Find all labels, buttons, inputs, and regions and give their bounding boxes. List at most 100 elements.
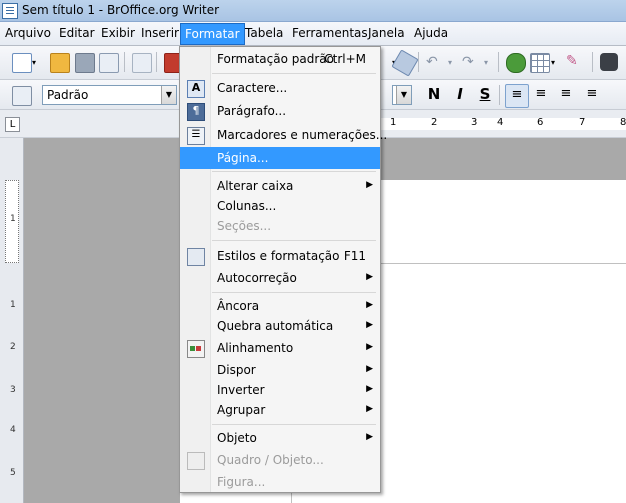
toolbar-separator — [418, 52, 419, 72]
menu-separator — [212, 171, 376, 172]
menu-item-object[interactable]: Objeto ▶ — [180, 427, 380, 449]
menu-separator — [212, 240, 376, 241]
menu-item-anchor[interactable]: Âncora ▶ — [180, 295, 380, 317]
menu-tabela[interactable]: Tabela — [245, 26, 283, 40]
submenu-arrow-icon: ▶ — [366, 272, 373, 282]
menu-editar[interactable]: Editar — [59, 26, 95, 40]
menu-item-paragraph[interactable]: ¶ Parágrafo... — [180, 100, 380, 122]
vruler-number: 1 — [10, 214, 16, 224]
open-folder-icon[interactable] — [50, 53, 70, 73]
paragraph-style-value: Padrão — [47, 88, 89, 102]
menu-janela[interactable]: Janela — [368, 26, 405, 40]
new-document-icon[interactable] — [12, 53, 32, 73]
menu-item-alignment[interactable]: Alinhamento ▶ — [180, 337, 380, 359]
character-icon: A — [187, 80, 205, 98]
ruler-number: 4 — [497, 117, 504, 128]
shortcut-label: Ctrl+M — [324, 52, 366, 66]
menu-item-character[interactable]: A Caractere... — [180, 77, 380, 99]
submenu-arrow-icon: ▶ — [366, 404, 373, 414]
ruler-scale: 1 2 3 4 6 7 8 — [381, 117, 626, 130]
menu-ajuda[interactable]: Ajuda — [414, 26, 448, 40]
menu-item-styles-formatting[interactable]: Estilos e formatação F11 — [180, 245, 380, 267]
writer-app-icon — [2, 3, 18, 19]
menu-item-autocorrect[interactable]: Autocorreção ▶ — [180, 267, 380, 289]
find-binoculars-icon[interactable] — [600, 53, 618, 71]
alignment-icon — [187, 340, 205, 358]
menu-ferramentas[interactable]: Ferramentas — [292, 26, 368, 40]
align-center-icon[interactable]: ≡ — [532, 85, 550, 103]
toolbar-separator — [592, 52, 593, 72]
menu-item-arrange[interactable]: Dispor ▶ — [180, 359, 380, 381]
menu-item-wrap[interactable]: Quebra automática ▶ — [180, 315, 380, 337]
alignment-icon-green — [190, 346, 195, 351]
submenu-arrow-icon: ▶ — [366, 342, 373, 352]
menu-arquivo[interactable]: Arquivo — [5, 26, 51, 40]
submenu-arrow-icon: ▶ — [366, 180, 373, 190]
underline-icon[interactable]: S — [476, 85, 494, 103]
ruler-number: 3 — [471, 117, 478, 128]
show-draw-functions-icon[interactable]: ✎ — [566, 53, 584, 71]
vruler-number: 2 — [10, 342, 16, 352]
menu-item-default-formatting[interactable]: Formatação padrão Ctrl+M — [180, 48, 380, 70]
submenu-arrow-icon: ▶ — [366, 384, 373, 394]
bullets-numbering-icon: ☰ — [187, 127, 205, 145]
vertical-ruler[interactable]: 1 1 2 3 4 5 — [0, 138, 24, 503]
vruler-number: 3 — [10, 385, 16, 395]
font-size-combo[interactable]: ▼ — [392, 85, 412, 105]
menu-separator — [212, 73, 376, 74]
email-icon[interactable] — [99, 53, 119, 73]
menu-item-page[interactable]: Página... — [180, 147, 380, 169]
title-bar: Sem título 1 - BrOffice.org Writer — [0, 0, 626, 22]
redo-dropdown-icon[interactable]: ▾ — [484, 58, 492, 67]
vruler-number: 5 — [10, 468, 16, 478]
styles-formatting-icon[interactable] — [12, 86, 32, 106]
menu-item-sections: Seções... — [217, 219, 272, 233]
menu-item-columns[interactable]: Colunas... — [180, 195, 380, 217]
justify-icon[interactable]: ≡ — [583, 85, 601, 103]
save-icon[interactable] — [75, 53, 95, 73]
ruler-number: 6 — [537, 117, 544, 128]
vruler-number: 4 — [10, 425, 16, 435]
alignment-icon-red — [196, 346, 201, 351]
paragraph-style-combo[interactable]: Padrão ▼ — [42, 85, 177, 105]
chevron-down-icon[interactable]: ▼ — [161, 86, 176, 104]
vruler-number: 1 — [10, 300, 16, 310]
new-dropdown-icon[interactable]: ▾ — [32, 58, 40, 67]
redo-icon[interactable]: ↷ — [462, 54, 480, 72]
paragraph-icon: ¶ — [187, 103, 205, 121]
ruler-number: 2 — [431, 117, 438, 128]
ruler-number: 1 — [390, 117, 397, 128]
bold-icon[interactable]: N — [425, 85, 443, 103]
navigator-icon[interactable] — [506, 53, 526, 73]
ruler-number: 7 — [579, 117, 586, 128]
menu-inserir[interactable]: Inserir — [141, 26, 179, 40]
submenu-arrow-icon: ▶ — [366, 432, 373, 442]
submenu-arrow-icon: ▶ — [366, 320, 373, 330]
tab-stop-selector-icon[interactable]: L — [5, 117, 20, 132]
menu-formatar[interactable]: Formatar — [180, 23, 245, 45]
menu-separator — [212, 424, 376, 425]
table-dropdown-icon[interactable]: ▾ — [551, 58, 559, 67]
window-title: Sem título 1 - BrOffice.org Writer — [22, 3, 220, 17]
italic-icon[interactable]: I — [451, 85, 469, 103]
format-paintbrush-icon[interactable] — [391, 49, 419, 77]
edit-file-icon[interactable] — [132, 53, 152, 73]
align-left-icon[interactable]: ≡ — [505, 84, 529, 108]
chevron-down-icon[interactable]: ▼ — [396, 86, 411, 104]
undo-dropdown-icon[interactable]: ▾ — [448, 58, 456, 67]
menu-item-change-case[interactable]: Alterar caixa ▶ — [180, 175, 380, 197]
format-menu: Formatação padrão Ctrl+M A Caractere... … — [179, 46, 387, 493]
toolbar-separator — [156, 52, 157, 72]
menu-item-flip[interactable]: Inverter ▶ — [180, 379, 380, 401]
menu-item-bullets-numbering[interactable]: ☰ Marcadores e numerações... — [180, 124, 387, 146]
menu-exibir[interactable]: Exibir — [101, 26, 135, 40]
toolbar-separator — [124, 52, 125, 72]
table-icon[interactable] — [530, 53, 550, 73]
toolbar-separator — [498, 52, 499, 72]
undo-icon[interactable]: ↶ — [426, 54, 444, 72]
styles-formatting-icon — [187, 248, 205, 266]
shortcut-label: F11 — [343, 249, 366, 263]
align-right-icon[interactable]: ≡ — [557, 85, 575, 103]
submenu-arrow-icon: ▶ — [366, 364, 373, 374]
menu-item-group[interactable]: Agrupar ▶ — [180, 399, 380, 421]
